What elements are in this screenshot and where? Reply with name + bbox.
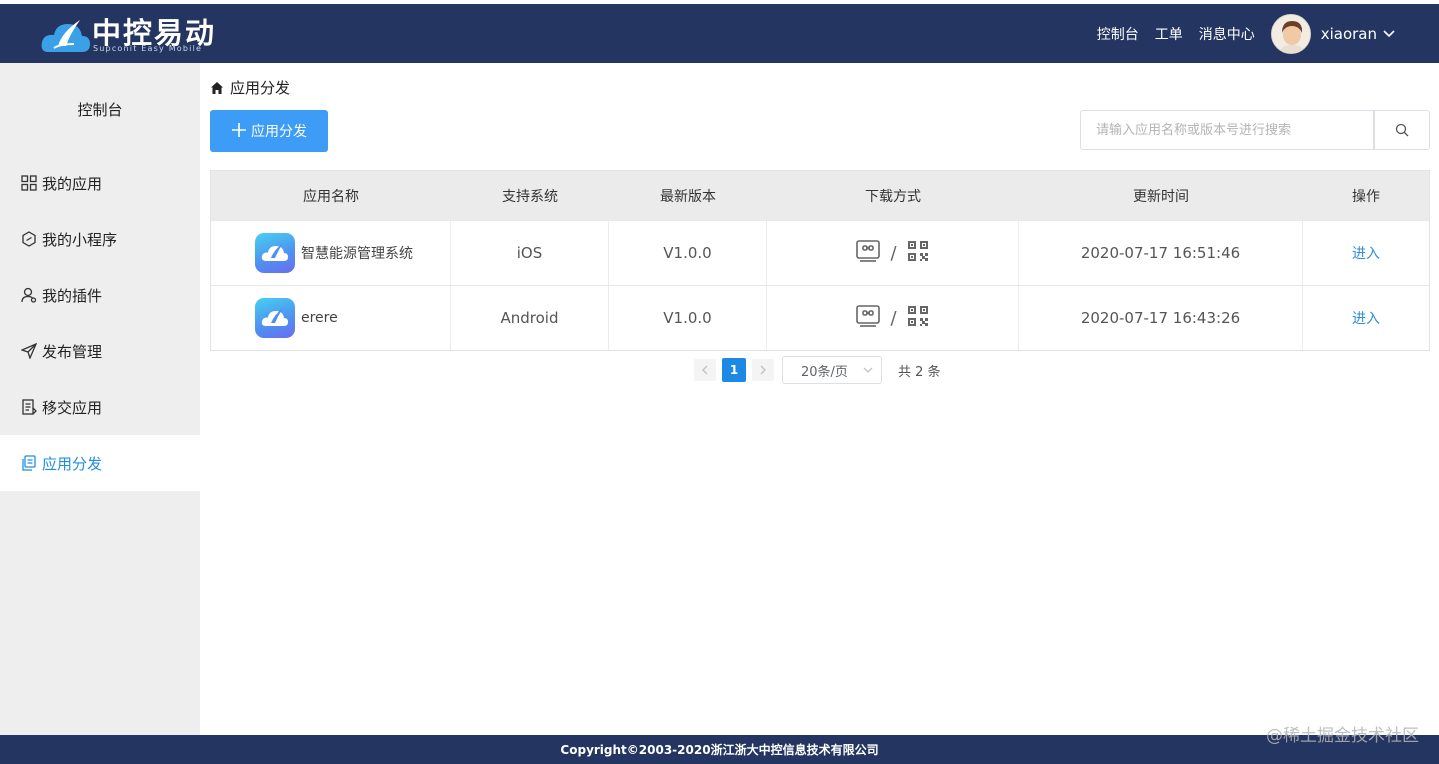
- download-link-icon[interactable]: [856, 304, 881, 332]
- search-icon: [1395, 123, 1409, 137]
- cell-version: V1.0.0: [609, 221, 767, 285]
- app-icon: [255, 233, 295, 273]
- watermark-text: @稀土掘金技术社区: [1266, 726, 1419, 746]
- sidebar-item-label: 移交应用: [42, 398, 103, 417]
- chevron-down-icon[interactable]: [1383, 27, 1395, 41]
- sidebar-item-my-miniprograms[interactable]: 我的小程序: [0, 211, 200, 267]
- table-row: 智慧能源管理系统 iOS V1.0.0 / 2020-07-17 16:51:4…: [211, 220, 1429, 285]
- cell-app-name: 智慧能源管理系统: [211, 221, 451, 285]
- top-nav: 控制台 工单 消息中心 xiaoran: [1097, 4, 1439, 63]
- sidebar: 控制台 我的应用 我的小程序 我的插件 发布管理 移交应用 应用分发: [0, 63, 200, 735]
- column-header-download: 下载方式: [865, 188, 921, 205]
- logo-subtitle: Supconit Easy Mobile: [93, 44, 203, 53]
- add-distribution-button[interactable]: 应用分发: [210, 110, 328, 152]
- column-header-updated: 更新时间: [1133, 188, 1189, 205]
- grid-icon: [20, 174, 38, 192]
- page-number-button[interactable]: 1: [722, 358, 746, 382]
- app-icon: [255, 298, 295, 338]
- nav-console[interactable]: 控制台: [1097, 24, 1139, 44]
- cell-action: 进入: [1303, 286, 1429, 350]
- top-header: 中控易动 Supconit Easy Mobile 控制台 工单 消息中心 xi…: [0, 4, 1439, 63]
- app-name: 智慧能源管理系统: [301, 246, 413, 262]
- qr-code-icon[interactable]: [907, 240, 929, 267]
- next-page-button[interactable]: [752, 359, 774, 381]
- sidebar-item-my-apps[interactable]: 我的应用: [0, 155, 200, 211]
- column-header-version: 最新版本: [660, 188, 716, 205]
- footer: Copyright©2003-2020浙江浙大中控信息技术有限公司: [0, 735, 1439, 764]
- app-table: 应用名称 支持系统 最新版本 下载方式 更新时间 操作 智慧能源管理系统 iOS…: [210, 170, 1430, 351]
- page-size-select[interactable]: 20条/页: [782, 356, 882, 384]
- sidebar-item-label: 应用分发: [42, 454, 103, 473]
- download-separator: /: [890, 307, 897, 329]
- avatar[interactable]: [1270, 13, 1311, 54]
- sidebar-item-label: 我的小程序: [42, 230, 118, 249]
- sidebar-console[interactable]: 控制台: [0, 63, 200, 155]
- app-name: erere: [301, 310, 338, 326]
- avatar-image: [1271, 14, 1310, 53]
- document-icon: [20, 398, 38, 416]
- paper-plane-icon: [20, 342, 38, 360]
- table-row: erere Android V1.0.0 / 2020-07-17 16:43:…: [211, 285, 1429, 350]
- chevron-down-icon: [863, 367, 873, 373]
- enter-link[interactable]: 进入: [1352, 308, 1380, 328]
- sidebar-item-release-management[interactable]: 发布管理: [0, 323, 200, 379]
- sidebar-item-my-plugins[interactable]: 我的插件: [0, 267, 200, 323]
- column-header-action: 操作: [1352, 188, 1380, 205]
- cell-app-name: erere: [211, 286, 451, 350]
- sidebar-item-label: 我的应用: [42, 174, 103, 193]
- username[interactable]: xiaoran: [1321, 25, 1377, 43]
- cell-updated: 2020-07-17 16:51:46: [1019, 221, 1303, 285]
- copy-icon: [20, 454, 38, 472]
- download-link-icon[interactable]: [856, 239, 881, 267]
- plus-icon: [231, 121, 247, 141]
- cell-version: V1.0.0: [609, 286, 767, 350]
- cell-updated: 2020-07-17 16:43:26: [1019, 286, 1303, 350]
- chevron-right-icon: [760, 365, 767, 375]
- sidebar-item-transfer-app[interactable]: 移交应用: [0, 379, 200, 435]
- breadcrumb: 应用分发: [210, 77, 290, 98]
- home-icon[interactable]: [210, 81, 224, 95]
- sidebar-item-label: 发布管理: [42, 342, 103, 361]
- cell-download: /: [767, 221, 1019, 285]
- cell-action: 进入: [1303, 221, 1429, 285]
- cell-system: iOS: [451, 221, 609, 285]
- column-header-system: 支持系统: [502, 188, 558, 205]
- logo[interactable]: 中控易动 Supconit Easy Mobile: [40, 10, 220, 58]
- download-separator: /: [890, 242, 897, 264]
- user-plugin-icon: [20, 286, 38, 304]
- sidebar-item-label: 我的插件: [42, 286, 103, 305]
- hexagon-icon: [20, 230, 38, 248]
- prev-page-button[interactable]: [694, 359, 716, 381]
- search-input[interactable]: [1080, 110, 1374, 150]
- pagination-total: 共 2 条: [898, 364, 941, 380]
- breadcrumb-current: 应用分发: [230, 79, 291, 97]
- cell-download: /: [767, 286, 1019, 350]
- add-distribution-label: 应用分发: [251, 124, 307, 140]
- qr-code-icon[interactable]: [907, 305, 929, 332]
- logo-icon: [41, 20, 90, 52]
- nav-messages[interactable]: 消息中心: [1199, 24, 1255, 44]
- sidebar-item-app-distribution[interactable]: 应用分发: [0, 435, 200, 491]
- search-button[interactable]: [1374, 110, 1430, 150]
- nav-tickets[interactable]: 工单: [1155, 24, 1183, 44]
- page-size-value: 20条/页: [801, 364, 848, 380]
- footer-copyright: Copyright©2003-2020浙江浙大中控信息技术有限公司: [560, 743, 879, 757]
- enter-link[interactable]: 进入: [1352, 243, 1380, 263]
- pagination: 1 20条/页 共 2 条: [694, 356, 941, 384]
- column-header-app-name: 应用名称: [303, 188, 359, 205]
- chevron-left-icon: [701, 365, 708, 375]
- cell-system: Android: [451, 286, 609, 350]
- table-header: 应用名称 支持系统 最新版本 下载方式 更新时间 操作: [211, 171, 1429, 220]
